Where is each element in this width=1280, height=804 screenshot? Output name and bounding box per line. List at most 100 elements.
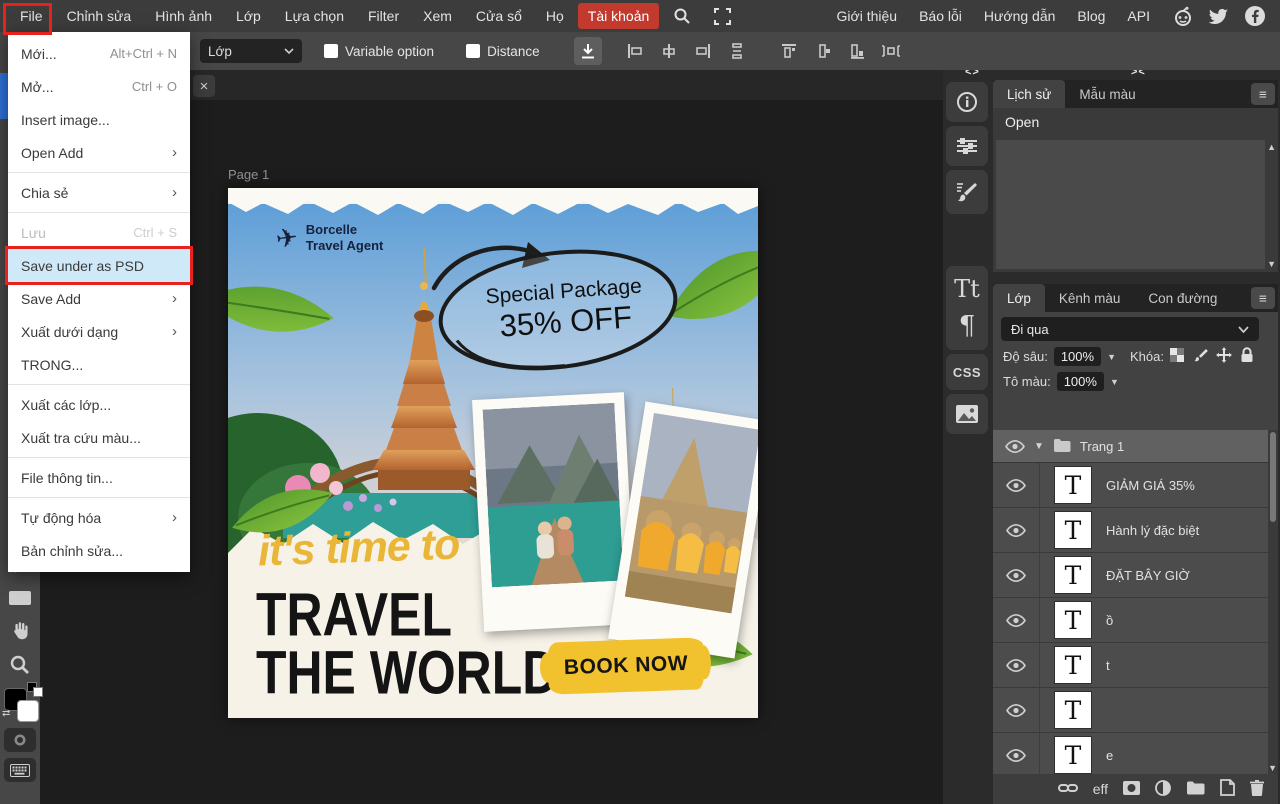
tab-layers[interactable]: Lớp (993, 284, 1045, 312)
character-paragraph-panel-button[interactable]: Tt ¶ (946, 266, 988, 350)
align-left-edges-icon[interactable] (622, 38, 648, 64)
file-menu-item-1[interactable]: Mở...Ctrl + O (8, 70, 190, 103)
align-v-centers-icon[interactable] (810, 38, 836, 64)
menu-link-0[interactable]: Giới thiệu (837, 3, 898, 29)
layer-row[interactable]: TĐẶT BÂY GIỜ (993, 553, 1278, 598)
fullscreen-icon[interactable] (709, 3, 735, 29)
menu-item-xem[interactable]: Xem (413, 3, 462, 29)
default-background-swatch[interactable] (33, 687, 43, 697)
layer-name[interactable]: Hành lý đặc biệt (1106, 523, 1199, 538)
layer-row[interactable]: Tồ (993, 598, 1278, 643)
scroll-down-icon[interactable]: ▼ (1268, 763, 1277, 773)
color-swatches[interactable]: ⇄ (2, 682, 40, 724)
visibility-eye-icon[interactable] (1005, 440, 1025, 453)
fill-value[interactable]: 100% (1057, 372, 1104, 391)
menu-link-3[interactable]: Blog (1077, 3, 1105, 29)
fill-dropdown-icon[interactable]: ▼ (1110, 377, 1119, 387)
blend-mode-select[interactable]: Đi qua (1001, 317, 1259, 341)
new-layer-icon[interactable] (1220, 779, 1235, 799)
layer-name[interactable]: ồ (1106, 613, 1113, 628)
layer-name[interactable]: t (1106, 658, 1110, 673)
search-icon[interactable] (669, 3, 695, 29)
layer-row[interactable]: TGIẢM GIÁ 35% (993, 463, 1278, 508)
layer-thumbnail[interactable]: T (1040, 511, 1106, 549)
visibility-eye-icon[interactable] (993, 463, 1040, 507)
menu-link-1[interactable]: Báo lỗi (919, 3, 962, 29)
visibility-eye-icon[interactable] (993, 688, 1040, 732)
menu-item-tài-khoản[interactable]: Tài khoản (578, 3, 659, 29)
css-panel-button[interactable]: CSS (946, 354, 988, 390)
file-menu-item-18[interactable]: Tự động hóa› (8, 501, 190, 534)
menu-item-lớp[interactable]: Lớp (226, 3, 271, 29)
file-menu-item-11[interactable]: TRONG... (8, 348, 190, 381)
link-layers-icon[interactable] (1058, 782, 1078, 797)
scroll-up-icon[interactable]: ▲ (1267, 142, 1276, 152)
layer-name[interactable]: e (1106, 748, 1113, 763)
history-entry[interactable]: Open (993, 108, 1278, 136)
lock-pixels-icon[interactable] (1193, 348, 1208, 366)
reddit-icon[interactable] (1172, 5, 1194, 27)
menu-item-lựa-chọn[interactable]: Lựa chọn (275, 3, 354, 29)
layers-scrollbar[interactable]: ▼ (1268, 430, 1278, 774)
file-menu-item-14[interactable]: Xuất tra cứu màu... (8, 421, 190, 454)
menu-item-filter[interactable]: Filter (358, 3, 409, 29)
layer-mode-select[interactable]: Lớp (200, 39, 302, 63)
new-folder-icon[interactable] (1186, 780, 1205, 798)
menu-item-họ[interactable]: Họ (536, 3, 574, 29)
opacity-value[interactable]: 100% (1054, 347, 1101, 366)
visibility-eye-icon[interactable] (993, 643, 1040, 687)
variable-option-checkbox[interactable]: Variable option (324, 44, 434, 59)
place-image-button[interactable] (574, 37, 602, 65)
menu-item-cửa-sổ[interactable]: Cửa sổ (466, 3, 532, 29)
tab-history[interactable]: Lịch sử (993, 80, 1065, 108)
layer-thumbnail[interactable]: T (1040, 736, 1106, 774)
tab-swatches[interactable]: Mẫu màu (1065, 80, 1149, 108)
menu-link-2[interactable]: Hướng dẫn (984, 3, 1055, 29)
twitter-icon[interactable] (1208, 5, 1230, 27)
scroll-down-icon[interactable]: ▼ (1267, 259, 1276, 269)
properties-panel-button[interactable] (946, 82, 988, 122)
file-menu-item-9[interactable]: Save Add› (8, 282, 190, 315)
visibility-eye-icon[interactable] (993, 598, 1040, 642)
add-adjustment-icon[interactable] (1155, 780, 1171, 799)
facebook-icon[interactable] (1244, 5, 1266, 27)
lock-all-icon[interactable] (1240, 347, 1254, 366)
file-menu-item-3[interactable]: Open Add› (8, 136, 190, 169)
align-bottom-icon[interactable] (844, 38, 870, 64)
visibility-eye-icon[interactable] (993, 553, 1040, 597)
file-menu-item-5[interactable]: Chia sẻ› (8, 176, 190, 209)
keyboard-shortcuts-button[interactable] (4, 758, 36, 782)
layer-thumbnail[interactable]: T (1040, 646, 1106, 684)
brush-panel-button[interactable] (946, 170, 988, 214)
quick-mask-button[interactable] (4, 728, 36, 752)
distribute-h-icon[interactable] (878, 38, 904, 64)
file-menu-item-8[interactable]: Save under as PSD (8, 249, 190, 282)
layer-thumbnail[interactable]: T (1040, 601, 1106, 639)
opacity-dropdown-icon[interactable]: ▼ (1107, 352, 1116, 362)
align-right-edges-icon[interactable] (690, 38, 716, 64)
menu-link-4[interactable]: API (1127, 3, 1150, 29)
adjustments-panel-button[interactable] (946, 126, 988, 166)
hand-tool-icon[interactable] (0, 616, 40, 646)
layer-row[interactable]: THành lý đặc biệt (993, 508, 1278, 553)
layer-row[interactable]: Tt (993, 643, 1278, 688)
layer-row[interactable]: T (993, 688, 1278, 733)
shape-tool-icon[interactable] (0, 583, 40, 613)
history-panel-menu-icon[interactable]: ≡ (1251, 83, 1275, 105)
layer-thumbnail[interactable]: T (1040, 691, 1106, 729)
scrollbar-thumb[interactable] (1270, 432, 1276, 522)
file-menu-item-13[interactable]: Xuất các lớp... (8, 388, 190, 421)
layers-panel-menu-icon[interactable]: ≡ (1251, 287, 1275, 309)
file-menu-item-2[interactable]: Insert image... (8, 103, 190, 136)
menu-item-hình-ảnh[interactable]: Hình ảnh (145, 3, 222, 29)
image-panel-button[interactable] (946, 394, 988, 434)
layer-group-row[interactable]: ▼ Trang 1 (993, 430, 1278, 463)
file-menu-item-19[interactable]: Bản chỉnh sửa... (8, 534, 190, 567)
file-menu-item-16[interactable]: File thông tin... (8, 461, 190, 494)
tab-channels[interactable]: Kênh màu (1045, 284, 1135, 312)
distance-checkbox[interactable]: Distance (466, 44, 540, 59)
align-h-centers-icon[interactable] (656, 38, 682, 64)
swap-colors-icon[interactable]: ⇄ (2, 708, 10, 719)
align-top-icon[interactable] (776, 38, 802, 64)
layer-name[interactable]: ĐẶT BÂY GIỜ (1106, 568, 1190, 583)
